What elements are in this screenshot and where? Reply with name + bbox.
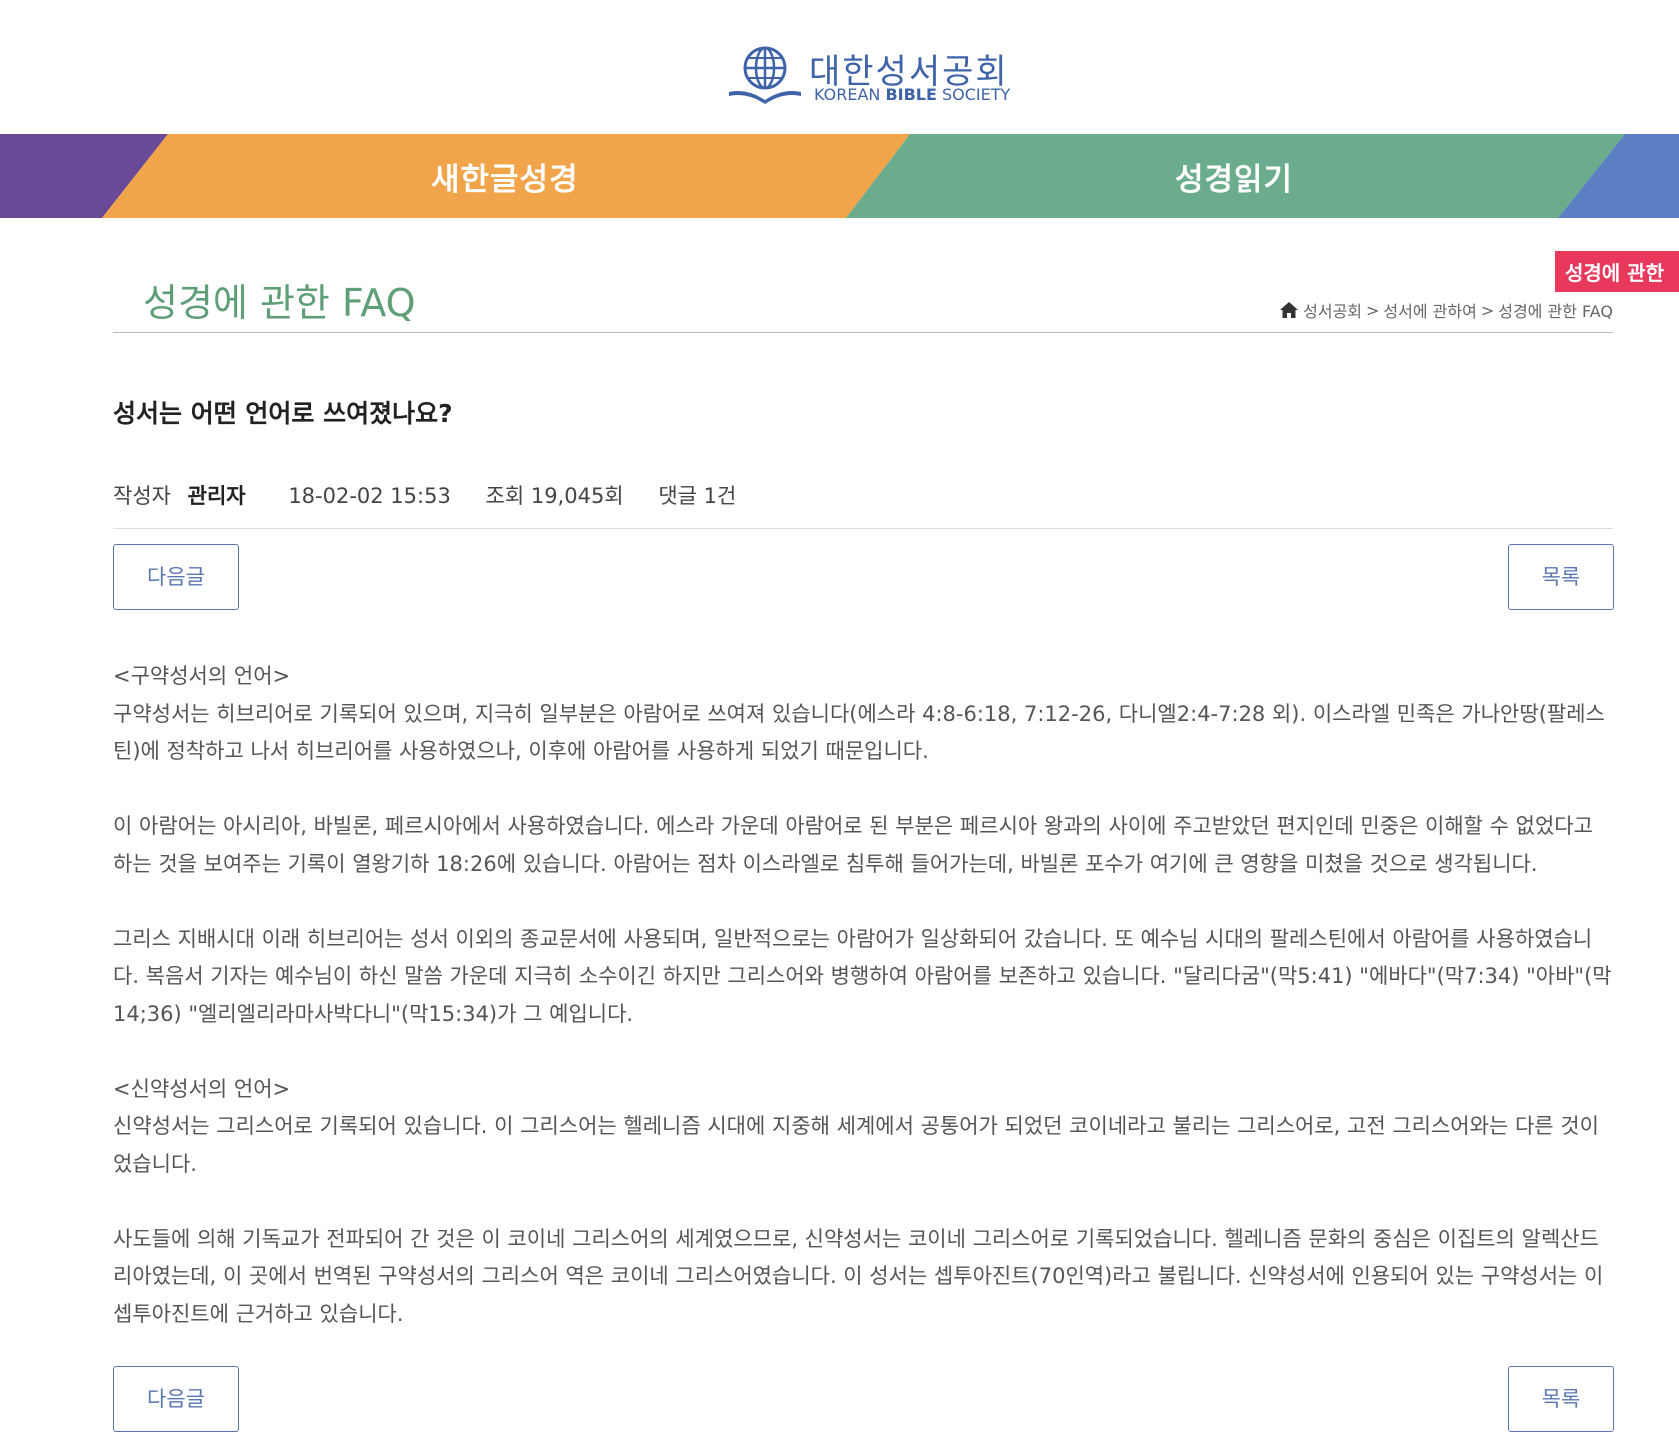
logo-name-english: KOREAN BIBLE SOCIETY [814, 85, 1010, 104]
post-content: <구약성서의 언어> 구약성서는 히브리어로 기록되어 있으며, 지극히 일부분… [113, 658, 1613, 1371]
comment-count[interactable]: 댓글 1건 [658, 484, 736, 508]
nt-heading: <신약성서의 언어> [113, 1076, 291, 1101]
logo-en-bold: BIBLE [885, 85, 937, 104]
next-post-button[interactable]: 다음글 [113, 544, 239, 610]
breadcrumb-item-about-bible[interactable]: 성서에 관하여 [1383, 298, 1476, 322]
ot-paragraph-1: 구약성서는 히브리어로 기록되어 있으며, 지극히 일부분은 아람어로 쓰여져 … [113, 701, 1605, 764]
ot-heading: <구약성서의 언어> [113, 664, 291, 688]
list-button-bottom[interactable]: 목록 [1508, 1366, 1614, 1432]
view-count: 조회 19,045회 [485, 484, 624, 508]
post-meta: 작성자 관리자 18-02-02 15:53 조회 19,045회 댓글 1건 [113, 480, 1613, 529]
list-button[interactable]: 목록 [1508, 544, 1614, 610]
page-title-bar: 성경에 관한 FAQ 성서공회 > 성서에 관하여 > 성경에 관한 FAQ [113, 262, 1613, 333]
post-date: 18-02-02 15:53 [288, 484, 451, 508]
post-title: 성서는 어떤 언어로 쓰여졌나요? [113, 399, 453, 428]
main-nav: 새한글성경 성경읽기 [0, 134, 1679, 218]
breadcrumb: 성서공회 > 성서에 관하여 > 성경에 관한 FAQ [1279, 298, 1613, 322]
breadcrumb-separator: > [1366, 300, 1380, 320]
breadcrumb-item-faq[interactable]: 성경에 관한 FAQ [1498, 298, 1613, 322]
author-label: 작성자 [113, 484, 171, 508]
site-logo[interactable]: 대한성서공회 KOREAN BIBLE SOCIETY [727, 42, 1010, 108]
breadcrumb-separator: > [1480, 300, 1495, 320]
page-title: 성경에 관한 FAQ [143, 281, 416, 325]
globe-bible-icon [729, 46, 801, 104]
next-post-button-bottom[interactable]: 다음글 [113, 1366, 239, 1432]
nt-paragraph-2: 사도들에 의해 기독교가 전파되어 간 것은 이 코이네 그리스어의 세계였으므… [113, 1226, 1604, 1326]
nav-background [0, 134, 1679, 218]
logo-en-prefix: KOREAN [814, 85, 886, 104]
site-header: 대한성서공회 KOREAN BIBLE SOCIETY [0, 0, 1679, 134]
nav-item-new-korean-bible[interactable]: 새한글성경 [431, 154, 579, 199]
author-name: 관리자 [187, 484, 246, 508]
ot-paragraph-3: 그리스 지배시대 이래 히브리어는 성서 이외의 종교문서에 사용되며, 일반적… [113, 926, 1612, 1026]
ot-paragraph-2: 이 아람어는 아시리아, 바빌론, 페르시아에서 사용하였습니다. 에스라 가운… [113, 814, 1593, 876]
breadcrumb-item-society[interactable]: 성서공회 [1303, 298, 1362, 322]
nav-item-bible-reading[interactable]: 성경읽기 [1175, 154, 1293, 199]
logo-en-suffix: SOCIETY [936, 85, 1011, 104]
nt-paragraph-1: 신약성서는 그리스어로 기록되어 있습니다. 이 그리스어는 헬레니즘 시대에 … [113, 1114, 1599, 1176]
home-icon[interactable] [1279, 301, 1299, 319]
